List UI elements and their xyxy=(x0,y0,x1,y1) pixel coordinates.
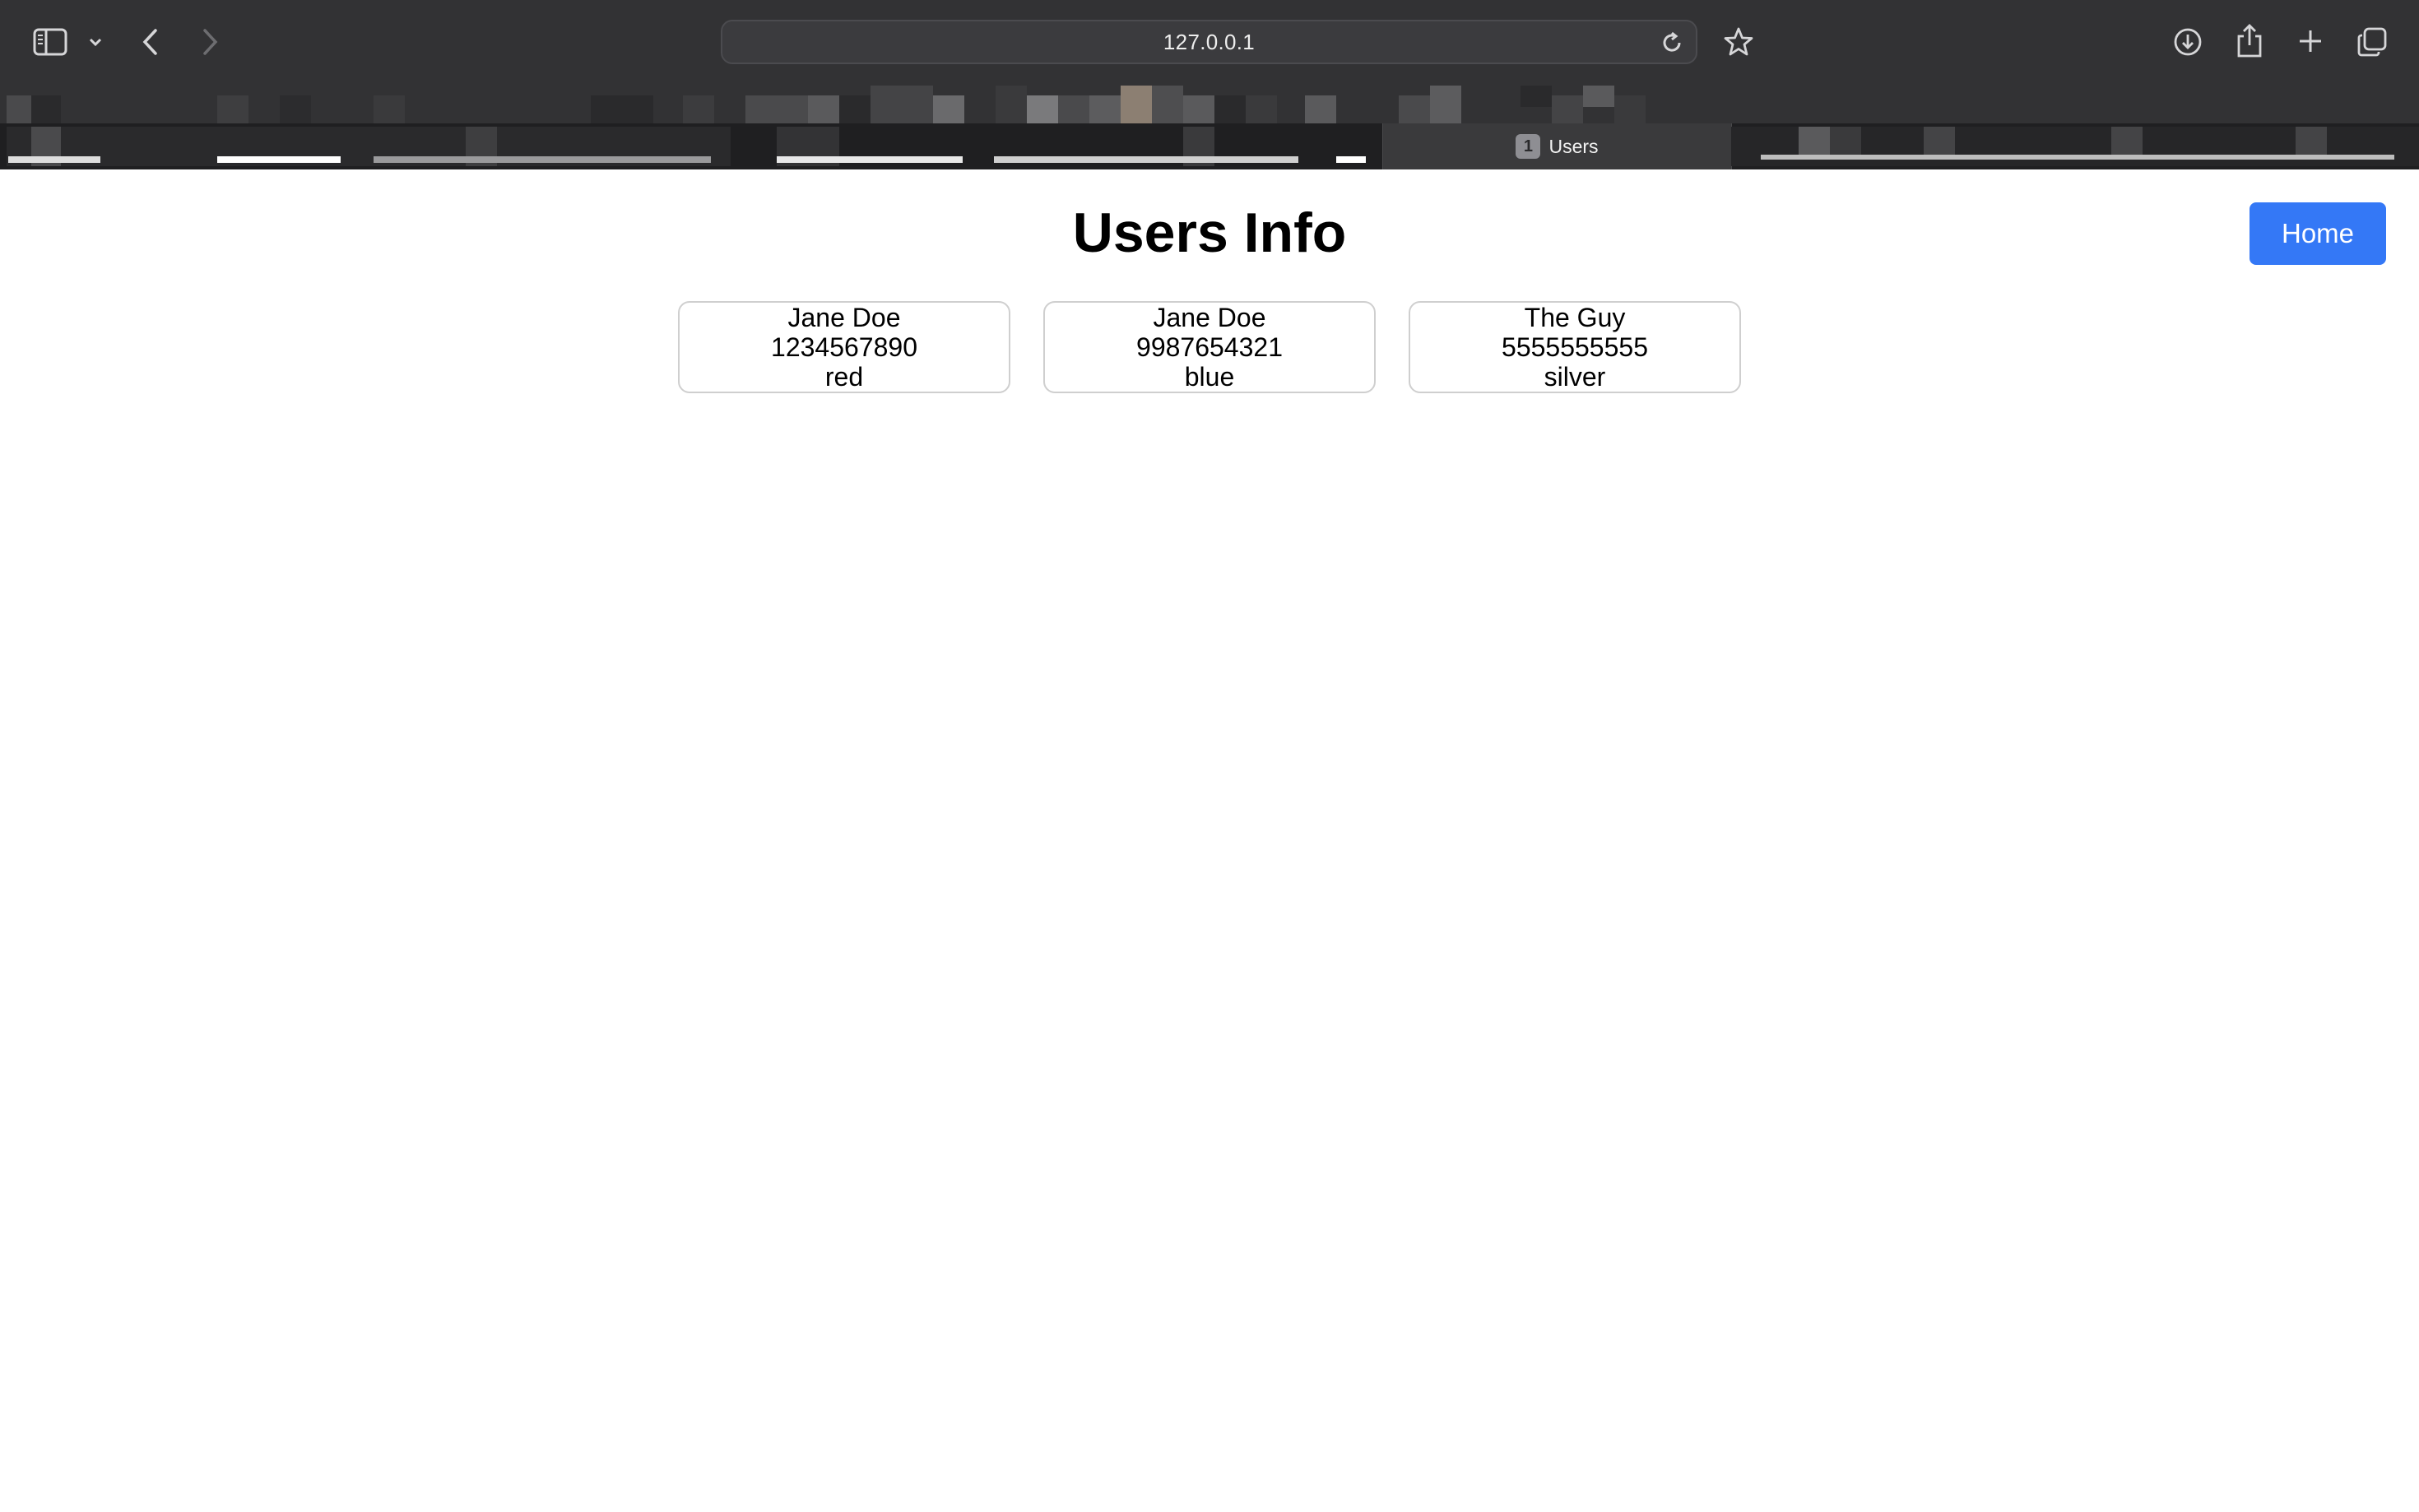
star-icon[interactable] xyxy=(1721,25,1756,59)
user-card: The Guy 5555555555 silver xyxy=(1409,301,1741,393)
address-bar[interactable]: 127.0.0.1 xyxy=(721,20,1697,64)
download-icon[interactable] xyxy=(2171,25,2205,59)
tab-users[interactable]: 1 Users xyxy=(1382,123,1732,169)
user-color: silver xyxy=(1544,362,1606,392)
reload-icon[interactable] xyxy=(1660,30,1684,55)
user-name: Jane Doe xyxy=(787,303,901,332)
browser-chrome: 127.0.0.1 1 Users xyxy=(0,0,2419,169)
share-icon[interactable] xyxy=(2233,21,2266,59)
tab-title: Users xyxy=(1548,135,1599,157)
user-card: Jane Doe 1234567890 red xyxy=(678,301,1010,393)
page-title: Users Info xyxy=(1072,202,1347,264)
browser-toolbar: 127.0.0.1 xyxy=(0,0,2419,84)
tabs-overview-icon[interactable] xyxy=(2355,25,2389,59)
user-phone: 5555555555 xyxy=(1502,332,1648,362)
user-name: The Guy xyxy=(1524,303,1626,332)
favorites-bar xyxy=(0,84,2419,127)
user-color: blue xyxy=(1184,362,1235,392)
home-button[interactable]: Home xyxy=(2250,202,2386,265)
user-color: red xyxy=(824,362,864,392)
user-cards: Jane Doe 1234567890 red Jane Doe 9987654… xyxy=(678,301,1741,393)
sidebar-icon[interactable] xyxy=(31,25,69,59)
plus-icon[interactable] xyxy=(2294,25,2327,58)
tab-badge: 1 xyxy=(1516,134,1541,159)
page-content: Users Info Home Jane Doe 1234567890 red … xyxy=(0,169,2419,1512)
address-text: 127.0.0.1 xyxy=(1163,29,1256,54)
chevron-down-icon[interactable] xyxy=(86,31,105,53)
back-icon[interactable] xyxy=(138,25,163,59)
tab-bar: 1 Users xyxy=(0,123,2419,169)
forward-icon[interactable] xyxy=(197,25,222,59)
user-name: Jane Doe xyxy=(1153,303,1266,332)
user-phone: 9987654321 xyxy=(1136,332,1283,362)
user-card: Jane Doe 9987654321 blue xyxy=(1043,301,1376,393)
user-phone: 1234567890 xyxy=(771,332,917,362)
